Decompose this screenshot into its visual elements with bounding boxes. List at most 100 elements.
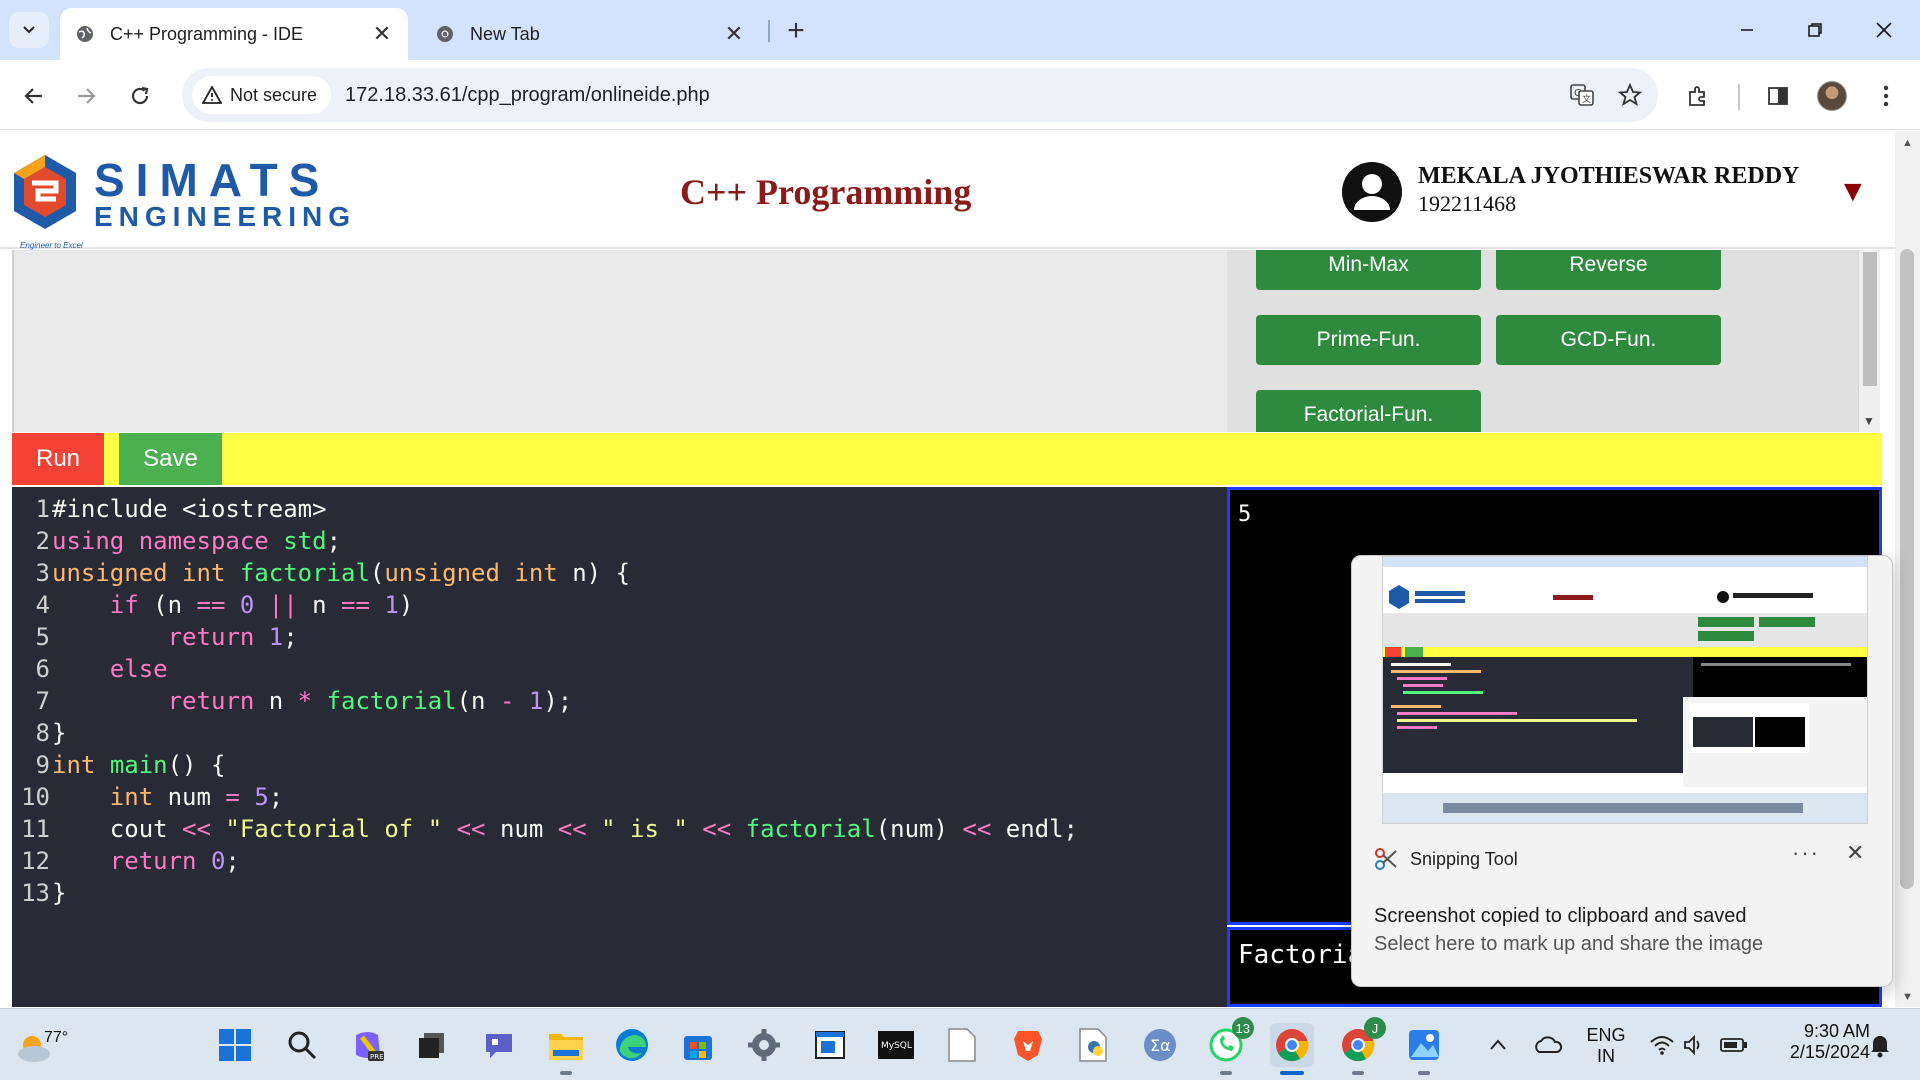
translate-icon[interactable]: G文	[1562, 75, 1602, 115]
close-tab-icon[interactable]: ✕	[370, 21, 394, 47]
app-window-icon[interactable]	[808, 1023, 852, 1067]
security-label: Not secure	[230, 84, 318, 105]
user-menu-dropdown-icon[interactable]: ▼	[1838, 175, 1868, 209]
file-explorer-icon[interactable]	[544, 1023, 588, 1075]
program-button-min-max[interactable]: Min-Max	[1256, 250, 1481, 290]
snipping-tool-notification[interactable]: Snipping Tool ··· ✕ Screenshot copied to…	[1351, 555, 1893, 987]
scroll-down-icon[interactable]: ▼	[1902, 991, 1913, 1003]
line-number: 1	[35, 495, 50, 523]
photos-icon[interactable]	[1402, 1023, 1446, 1075]
minimize-icon[interactable]	[1725, 10, 1769, 50]
language-indicator[interactable]: ENG IN	[1582, 1025, 1630, 1067]
logo-subwordmark: ENGINEERING	[94, 201, 357, 232]
line-number: 8	[35, 719, 50, 747]
code-editor[interactable]: 1 #include <iostream> 2 using namespace st…	[12, 487, 1227, 1007]
back-button[interactable]	[14, 76, 54, 116]
mysql-icon[interactable]: MySQL	[874, 1023, 918, 1067]
side-panel-icon[interactable]	[1756, 74, 1800, 118]
save-button[interactable]: Save	[119, 433, 222, 485]
program-button-reverse[interactable]: Reverse	[1496, 250, 1721, 290]
page-scrollbar[interactable]: ▲ ▼	[1895, 131, 1920, 1007]
edge-browser-icon[interactable]	[610, 1023, 654, 1067]
browser-menu-icon[interactable]	[1864, 74, 1908, 118]
running-indicator	[1280, 1071, 1304, 1075]
chevron-up-icon[interactable]	[1476, 1023, 1520, 1067]
logo-tagline: Engineer to Excel	[20, 241, 83, 250]
program-button-factorial-fun[interactable]: Factorial-Fun.	[1256, 390, 1481, 432]
clock[interactable]: 9:30 AM 2/15/2024	[1760, 1021, 1870, 1063]
chrome-active-icon[interactable]	[1270, 1023, 1314, 1075]
program-button-prime-fun[interactable]: Prime-Fun.	[1256, 315, 1481, 365]
extensions-icon[interactable]	[1676, 74, 1720, 118]
site-header: SIMATS ENGINEERING Engineer to Excel C++…	[0, 131, 1895, 250]
math-tool-icon[interactable]: Σα	[1138, 1023, 1182, 1067]
settings-gear-icon[interactable]	[742, 1023, 786, 1067]
restore-icon[interactable]	[1793, 10, 1837, 50]
run-button[interactable]: Run	[12, 433, 104, 485]
simats-logo[interactable]: SIMATS ENGINEERING Engineer to Excel	[10, 151, 350, 250]
profile-badge: J	[1364, 1017, 1386, 1039]
more-options-icon[interactable]: ···	[1792, 840, 1820, 866]
line-number: 11	[21, 815, 50, 843]
line-number: 4	[35, 591, 50, 619]
chat-icon[interactable]	[477, 1023, 521, 1067]
close-tab-icon[interactable]: ✕	[722, 21, 746, 47]
close-notification-icon[interactable]: ✕	[1846, 840, 1864, 866]
bookmark-star-icon[interactable]	[1610, 75, 1650, 115]
profile-avatar[interactable]	[1810, 74, 1854, 118]
user-avatar-icon[interactable]	[1342, 162, 1402, 222]
scrollbar-thumb[interactable]	[1863, 252, 1877, 386]
line-number: 7	[35, 687, 50, 715]
close-window-icon[interactable]	[1862, 10, 1906, 50]
svg-text:文: 文	[1582, 93, 1591, 105]
python-file-icon[interactable]	[1072, 1023, 1116, 1067]
chrome-profile-icon[interactable]: J	[1336, 1017, 1386, 1075]
line-number: 3	[35, 559, 50, 587]
task-view-icon[interactable]	[410, 1023, 454, 1067]
logo-mark-icon	[14, 155, 76, 229]
address-bar[interactable]: Not secure 172.18.33.61/cpp_program/onli…	[182, 68, 1658, 122]
onedrive-cloud-icon[interactable]	[1526, 1023, 1570, 1067]
tab-new-tab[interactable]: New Tab ✕	[420, 8, 760, 60]
clock-date: 2/15/2024	[1789, 1042, 1870, 1062]
profile-photo	[1817, 81, 1847, 111]
start-menu-icon[interactable]	[213, 1023, 257, 1067]
code-line: 1 #include <iostream>	[12, 493, 1227, 525]
blank-file-icon[interactable]	[940, 1023, 984, 1067]
page-scrollbar-thumb[interactable]	[1900, 249, 1914, 889]
weather-widget[interactable]: 77°	[14, 1021, 68, 1069]
forward-button[interactable]	[66, 76, 106, 116]
brave-browser-icon[interactable]	[1006, 1023, 1050, 1067]
whatsapp-icon[interactable]: 13	[1204, 1017, 1254, 1075]
copilot-icon[interactable]: PRE	[346, 1023, 390, 1067]
reload-button[interactable]	[120, 76, 160, 116]
running-indicator	[560, 1071, 572, 1075]
running-indicator	[1220, 1071, 1232, 1075]
code-line: 4 if (n == 0 || n == 1)	[12, 589, 1227, 621]
language-code: ENG	[1586, 1025, 1626, 1045]
battery-icon[interactable]	[1712, 1023, 1756, 1067]
code-line: 2 using namespace std;	[12, 525, 1227, 557]
toast-app-name: Snipping Tool	[1410, 848, 1518, 869]
new-tab-button[interactable]: +	[778, 14, 814, 50]
security-indicator[interactable]: Not secure	[192, 76, 332, 114]
logo-wordmark: SIMATS	[94, 154, 331, 206]
microsoft-store-icon[interactable]	[676, 1023, 720, 1067]
scroll-up-icon[interactable]: ▲	[1902, 137, 1913, 149]
code-line: 5 return 1;	[12, 621, 1227, 653]
url-text[interactable]: 172.18.33.61/cpp_program/onlineide.php	[345, 84, 1562, 107]
tab-search-button[interactable]	[9, 12, 49, 48]
program-list-scrollbar[interactable]: ▼	[1858, 250, 1880, 432]
windows-taskbar: 77° PRE MySQL Σα 13 J ENG IN 9:30 AM 2/1…	[0, 1008, 1920, 1080]
scroll-down-icon[interactable]: ▼	[1863, 414, 1875, 428]
search-icon[interactable]	[280, 1023, 324, 1067]
tab-cpp-ide[interactable]: C++ Programming - IDE ✕	[60, 8, 408, 60]
screenshot-thumbnail[interactable]	[1382, 556, 1868, 824]
program-button-gcd-fun[interactable]: GCD-Fun.	[1496, 315, 1721, 365]
volume-icon[interactable]	[1672, 1023, 1716, 1067]
line-number: 5	[35, 623, 50, 651]
weather-temperature: 77°	[44, 1029, 69, 1046]
user-name: MEKALA JYOTHIESWAR REDDY	[1418, 163, 1800, 189]
notification-bell-icon[interactable]	[1858, 1023, 1902, 1067]
line-number: 9	[35, 751, 50, 779]
